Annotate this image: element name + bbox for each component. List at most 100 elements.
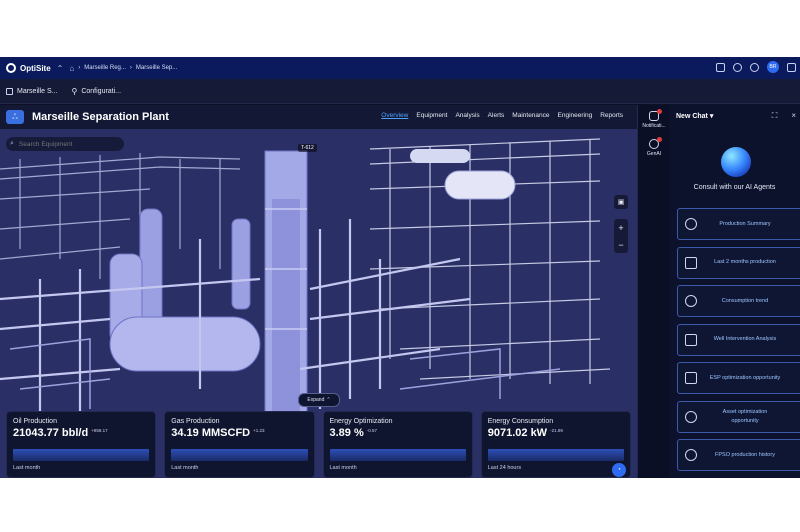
user-avatar[interactable]: BR	[767, 61, 779, 73]
tab-equipment[interactable]: Equipment	[416, 112, 447, 119]
kpi-title: Energy Consumption	[487, 418, 554, 425]
well-icon	[685, 333, 697, 346]
tab-analysis[interactable]: Analysis	[455, 112, 479, 119]
fullscreen-icon[interactable]: ⛶	[772, 111, 778, 121]
app-name: OptiSite	[20, 63, 51, 73]
agent-label: Last 2 months production	[714, 259, 776, 265]
agent-label: Production Summary	[719, 220, 771, 227]
zoom-out-icon[interactable]: −	[618, 240, 623, 250]
kpi-sparkline	[329, 449, 466, 461]
optisite-logo-icon	[6, 63, 16, 73]
kpi-period: Last month	[13, 465, 41, 471]
tab-maintenance[interactable]: Maintenance	[512, 112, 549, 119]
kpi-cards: Oil Production 21043.77 bbl/d +858.17 Las…	[6, 411, 631, 478]
agent-label: FPSO production history	[715, 451, 775, 458]
agent-label: Consumption trend	[721, 297, 769, 304]
kpi-delta: +1.23	[253, 428, 265, 433]
kpi-delta: -21.89	[550, 428, 563, 433]
kpi-value: 34.19 MMSCFD	[171, 427, 251, 439]
collapse-chevron-icon[interactable]: ⌃	[57, 64, 64, 73]
app-window: OptiSite ⌃ ⌂ › Marseille Reg... › Marsei…	[0, 57, 800, 478]
kpi-title: Gas Production	[171, 418, 220, 425]
app-logo[interactable]: OptiSite	[6, 63, 51, 73]
search-input[interactable]	[16, 139, 121, 149]
expand-button[interactable]: Expand ⌃	[298, 393, 340, 407]
view-cube-icon[interactable]: ▣	[614, 195, 628, 209]
agent-list: Production Summary Last 2 months product…	[677, 208, 800, 478]
kpi-sparkline	[487, 449, 624, 461]
agent-label: Asset optimization opportunity	[722, 408, 768, 424]
chat-panel: New Chat ▾ ⛶ × Consult with our AI Agent…	[669, 105, 800, 478]
calendar-icon[interactable]	[716, 62, 725, 72]
agent-fpso-history[interactable]: FPSO production history	[677, 439, 800, 471]
chat-title[interactable]: New Chat ▾	[676, 112, 713, 120]
assistant-fab-icon[interactable]: ◔	[612, 463, 626, 477]
home-icon[interactable]: ⌂	[69, 64, 74, 73]
rail-notifications[interactable]: Notificati...	[638, 109, 670, 129]
tab-reports[interactable]: Reports	[600, 112, 623, 119]
kpi-title: Energy Optimization	[329, 418, 393, 425]
agent-well-intervention[interactable]: Well Intervention Analysis	[677, 323, 800, 356]
breadcrumb-region[interactable]: Marseille Reg...	[84, 65, 126, 71]
apps-grid-icon[interactable]	[787, 62, 796, 72]
kpi-period: Last 24 hours	[487, 465, 522, 471]
kpi-card-gas-production[interactable]: Gas Production 34.19 MMSCFD +1.23 Last mo…	[164, 411, 315, 478]
zoom-controls: + −	[614, 219, 628, 253]
kpi-value-row: 21043.77 bbl/d +858.17	[13, 427, 149, 439]
kpi-sparkline	[13, 449, 150, 461]
breadcrumb-site[interactable]: Marseille Sep...	[136, 65, 177, 71]
agent-label: ESP optimization opportunity	[709, 374, 781, 381]
kpi-value-row: 34.19 MMSCFD +1.23	[171, 427, 307, 439]
kpi-period: Last month	[171, 465, 199, 471]
agent-esp-optimization[interactable]: ESP optimization opportunity	[677, 362, 800, 394]
kpi-value: 3.89 %	[329, 427, 364, 439]
site-grid-icon	[6, 87, 13, 95]
agent-last-2-months[interactable]: Last 2 months production	[677, 246, 800, 279]
breadcrumb-separator: ›	[78, 65, 81, 71]
tab-engineering[interactable]: Engineering	[558, 112, 593, 119]
kpi-title: Oil Production	[13, 418, 57, 425]
agent-asset-optimization[interactable]: Asset optimization opportunity	[677, 400, 800, 433]
kpi-period: Last month	[329, 465, 357, 471]
equipment-tag-label[interactable]: T-612	[298, 144, 317, 152]
plant-hierarchy-icon[interactable]: ஃ	[6, 110, 24, 124]
kpi-value-row: 9071.02 kW -21.89	[488, 427, 624, 439]
magnifier-icon	[685, 218, 697, 230]
pie-chart-icon	[685, 295, 697, 307]
rail-genai[interactable]: GenAI	[638, 137, 670, 157]
kpi-card-energy-consumption[interactable]: Energy Consumption 9071.02 kW -21.89 Last…	[480, 411, 631, 478]
kpi-value: 21043.77 bbl/d	[13, 427, 89, 439]
agent-consumption-trend[interactable]: Consumption trend	[677, 285, 800, 317]
workspace-tabs-bar: Marseille S... ⚲ Configurati...	[0, 79, 800, 104]
genai-badge	[657, 137, 662, 142]
chat-controls: ⛶ ×	[772, 111, 796, 121]
zoom-in-icon[interactable]: +	[618, 223, 623, 233]
kpi-value-row: 3.89 % -0.57	[330, 427, 466, 439]
fpso-icon	[685, 449, 697, 461]
kpi-delta: -0.57	[366, 428, 378, 433]
info-icon[interactable]	[733, 62, 742, 72]
workspace-tab-configuration[interactable]: ⚲ Configurati...	[71, 87, 121, 96]
calendar-chart-icon	[685, 256, 697, 269]
chevron-up-icon: ⌃	[326, 397, 331, 403]
tab-overview[interactable]: Overview	[381, 112, 408, 119]
settings-gear-icon[interactable]	[750, 62, 759, 72]
page-title: Marseille Separation Plant	[32, 111, 169, 123]
rail-label: Notificati...	[642, 123, 666, 129]
kpi-card-energy-optimization[interactable]: Energy Optimization 3.89 % -0.57 Last mon…	[322, 411, 473, 478]
close-icon[interactable]: ×	[791, 111, 796, 121]
expand-label: Expand	[307, 397, 325, 403]
workspace-tab-label: Marseille S...	[17, 87, 58, 95]
ai-orb-icon	[721, 147, 751, 177]
equipment-search[interactable]: ⌕	[6, 137, 124, 151]
workspace-tab-site[interactable]: Marseille S...	[6, 87, 58, 95]
rail-label: GenAI	[646, 151, 662, 157]
kpi-value: 9071.02 kW	[487, 427, 548, 439]
kpi-card-oil-production[interactable]: Oil Production 21043.77 bbl/d +858.17 Las…	[6, 411, 157, 478]
top-navigation-bar: OptiSite ⌃ ⌂ › Marseille Reg... › Marsei…	[0, 57, 800, 79]
chevron-down-icon[interactable]: ▾	[710, 113, 714, 120]
tab-alerts[interactable]: Alerts	[488, 112, 505, 119]
side-rail: Notificati... GenAI	[637, 105, 670, 478]
agent-production-summary[interactable]: Production Summary	[677, 208, 800, 240]
plant-tabs: Overview Equipment Analysis Alerts Maint…	[381, 112, 623, 119]
